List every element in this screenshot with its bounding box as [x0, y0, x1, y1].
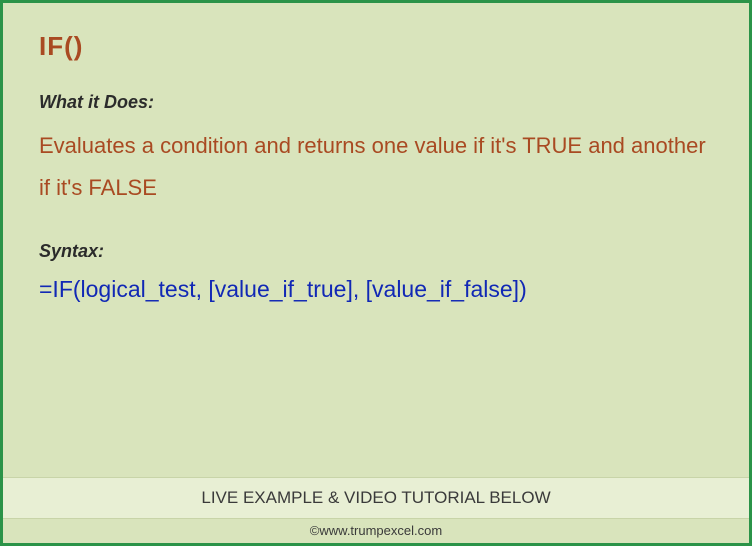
what-it-does-text: Evaluates a condition and returns one va… — [39, 125, 713, 209]
what-it-does-label: What it Does: — [39, 92, 713, 113]
footer-banner: LIVE EXAMPLE & VIDEO TUTORIAL BELOW — [3, 477, 749, 519]
syntax-code: =IF(logical_test, [value_if_true], [valu… — [39, 276, 713, 303]
card-content: IF() What it Does: Evaluates a condition… — [3, 3, 749, 303]
card-footer: LIVE EXAMPLE & VIDEO TUTORIAL BELOW ©www… — [3, 477, 749, 543]
function-name: IF() — [39, 31, 713, 62]
footer-copyright: ©www.trumpexcel.com — [3, 519, 749, 543]
function-card: IF() What it Does: Evaluates a condition… — [0, 0, 752, 546]
syntax-label: Syntax: — [39, 241, 713, 262]
